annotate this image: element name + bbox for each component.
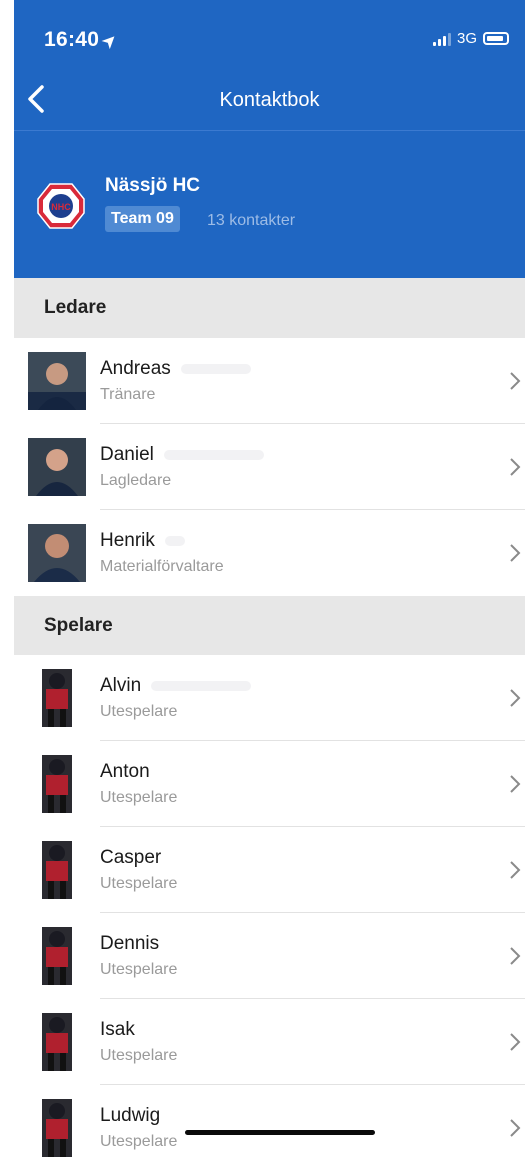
clock-text: 16:40 xyxy=(44,28,100,51)
contact-role: Tränare xyxy=(100,386,156,403)
chevron-right-icon xyxy=(510,458,521,476)
avatar xyxy=(28,352,86,410)
contact-name: Casper xyxy=(100,847,162,868)
chevron-right-icon xyxy=(510,775,521,793)
contact-row[interactable]: Alvin Utespelare xyxy=(14,655,525,741)
contact-name: Andreas xyxy=(100,358,251,380)
contact-name: Ludwig xyxy=(100,1105,161,1126)
status-bar: 16:40➤ 3G xyxy=(14,0,525,70)
chevron-right-icon xyxy=(510,372,521,390)
contact-role: Utespelare xyxy=(100,703,178,720)
contact-name: Anton xyxy=(100,761,150,782)
club-logo-icon: NHC xyxy=(37,183,85,229)
status-indicators: 3G xyxy=(432,30,509,47)
home-indicator[interactable] xyxy=(185,1130,375,1135)
chevron-right-icon xyxy=(510,544,521,562)
contact-row[interactable]: Daniel Lagledare xyxy=(14,424,525,510)
contact-name: Alvin xyxy=(100,675,252,697)
chevron-right-icon xyxy=(510,689,521,707)
contact-row[interactable]: Ludwig Utespelare xyxy=(14,1085,525,1157)
avatar xyxy=(28,841,86,899)
team-info: NHC Nässjö HC Team 09 13 kontakter xyxy=(14,131,525,278)
contact-count: 13 kontakter xyxy=(207,212,296,229)
club-name: Nässjö HC xyxy=(105,175,201,196)
nav-bar: Kontaktbok xyxy=(14,70,525,131)
avatar xyxy=(28,1099,86,1157)
chevron-right-icon xyxy=(510,947,521,965)
chevron-right-icon xyxy=(510,1033,521,1051)
team-badge: Team 09 xyxy=(105,206,180,232)
contact-role: Utespelare xyxy=(100,875,178,892)
network-label: 3G xyxy=(456,30,477,47)
location-arrow-icon: ➤ xyxy=(99,30,122,53)
contact-name: Henrik xyxy=(100,530,185,552)
svg-text:NHC: NHC xyxy=(51,202,71,212)
contact-name: Isak xyxy=(100,1019,135,1040)
contact-role: Utespelare xyxy=(100,961,178,978)
page-title: Kontaktbok xyxy=(219,89,320,111)
chevron-right-icon xyxy=(510,861,521,879)
battery-icon xyxy=(483,32,509,45)
section-header-players: Spelare xyxy=(14,596,525,656)
contact-row[interactable]: Andreas Tränare xyxy=(14,338,525,424)
section-title: Spelare xyxy=(44,615,113,636)
section-title: Ledare xyxy=(44,297,107,318)
contact-row[interactable]: Anton Utespelare xyxy=(14,741,525,827)
signal-icon xyxy=(432,32,451,46)
avatar xyxy=(28,669,86,727)
avatar xyxy=(28,438,86,496)
app-header: 16:40➤ 3G Kontaktbok NHC Nässjö HC Team … xyxy=(14,0,525,278)
contact-role: Lagledare xyxy=(100,472,172,489)
contact-role: Utespelare xyxy=(100,1047,178,1064)
section-header-leaders: Ledare xyxy=(14,278,525,338)
avatar xyxy=(28,755,86,813)
avatar xyxy=(28,927,86,985)
contact-row[interactable]: Casper Utespelare xyxy=(14,827,525,913)
contact-row[interactable]: Isak Utespelare xyxy=(14,999,525,1085)
contact-role: Materialförvaltare xyxy=(100,558,224,575)
contact-name: Dennis xyxy=(100,933,160,954)
avatar xyxy=(28,524,86,582)
status-time: 16:40➤ xyxy=(44,28,121,52)
contact-row[interactable]: Henrik Materialförvaltare xyxy=(14,510,525,596)
avatar xyxy=(28,1013,86,1071)
contact-row[interactable]: Dennis Utespelare xyxy=(14,913,525,999)
contact-role: Utespelare xyxy=(100,789,178,806)
chevron-right-icon xyxy=(510,1119,521,1137)
contact-name: Daniel xyxy=(100,444,264,466)
contact-role: Utespelare xyxy=(100,1133,178,1150)
